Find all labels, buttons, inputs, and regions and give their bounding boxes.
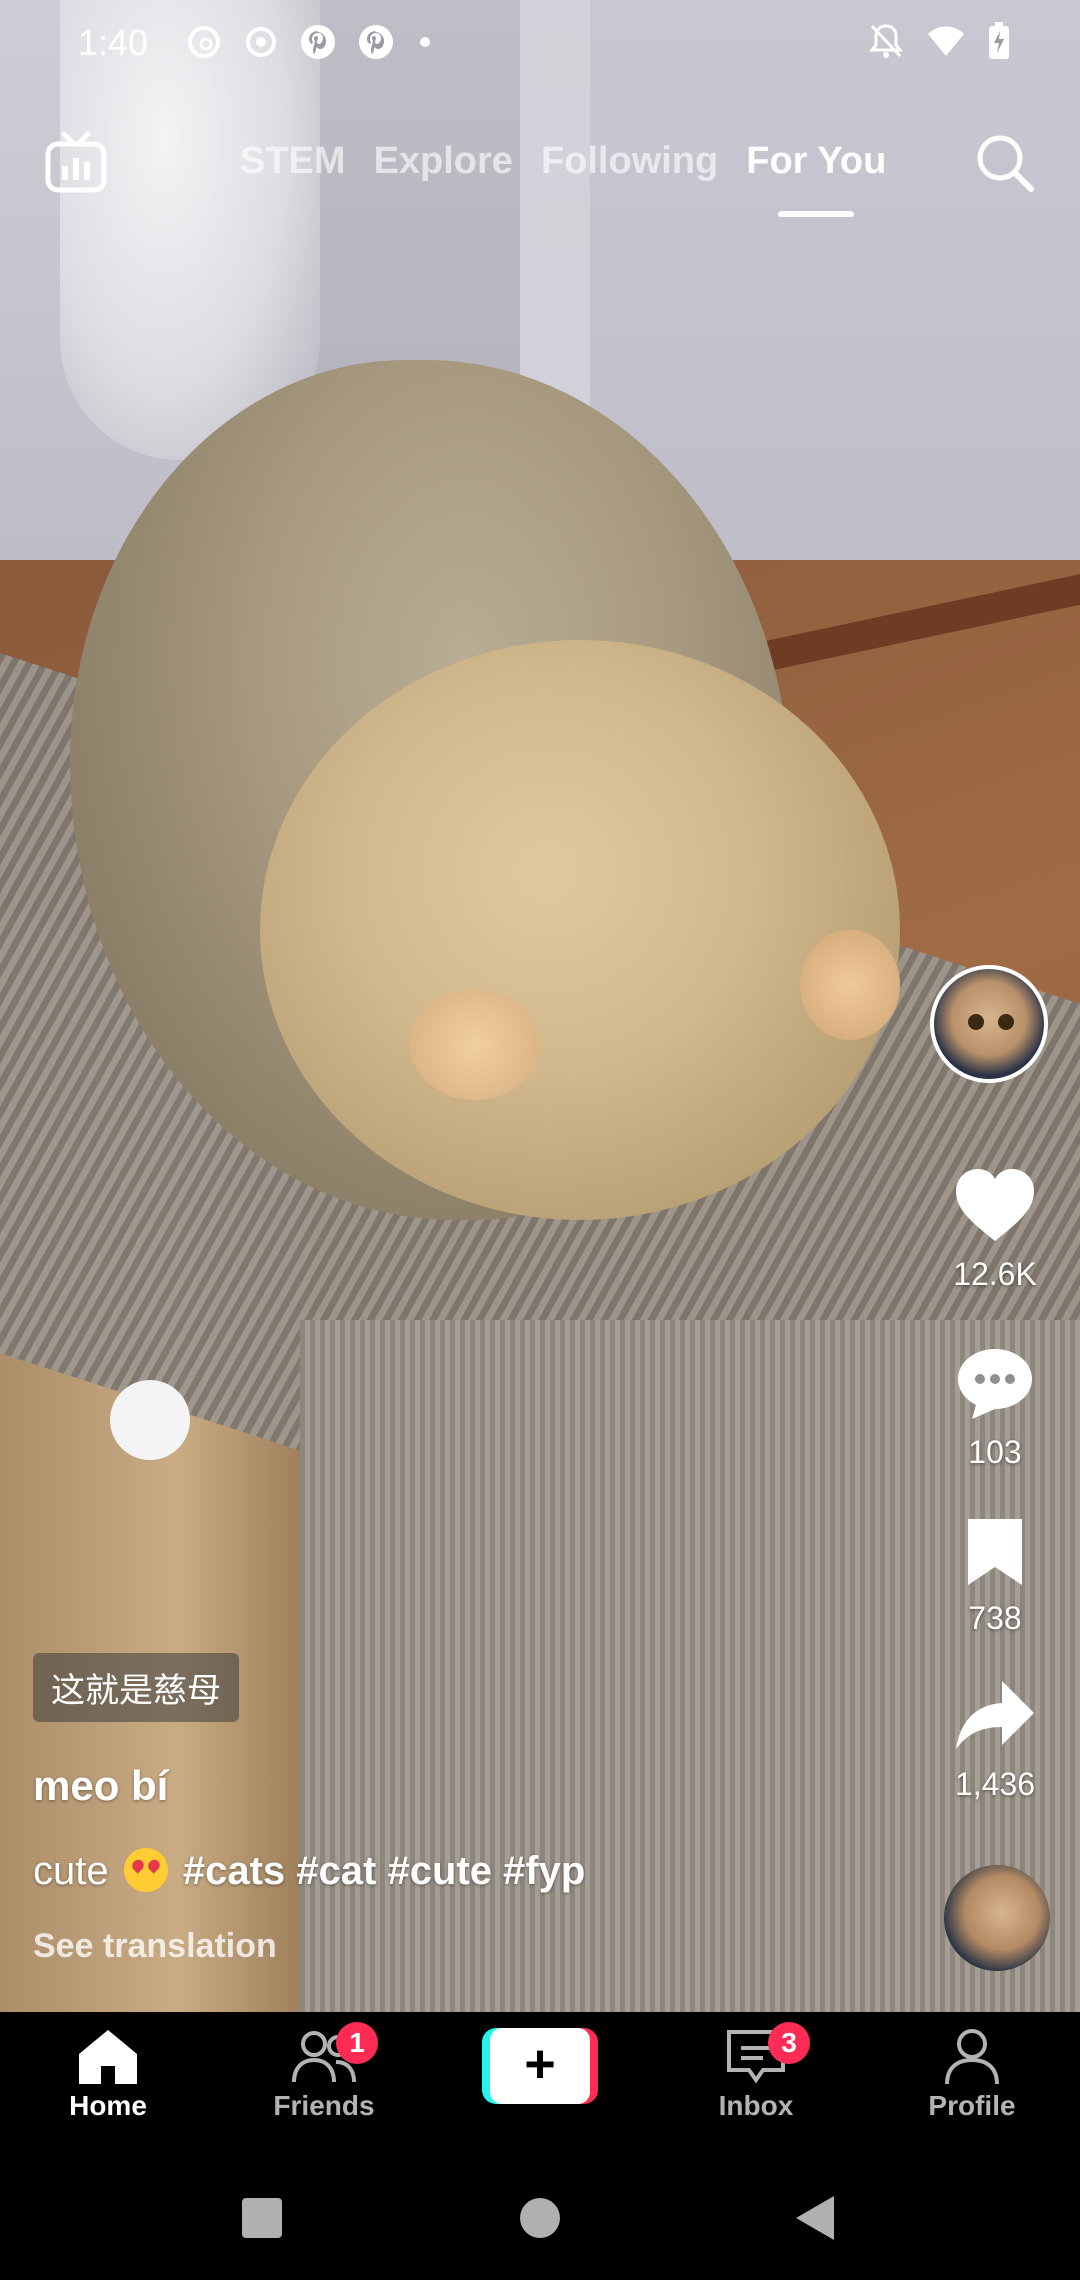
video-cat-head: [260, 640, 900, 1220]
share-button[interactable]: 1,436: [930, 1675, 1060, 1803]
tab-stem[interactable]: STEM: [240, 140, 346, 183]
dot-icon: [420, 37, 430, 47]
battery-charging-icon: [989, 22, 1009, 59]
heart-icon: [956, 1169, 1034, 1241]
system-nav-bar: [0, 2162, 1080, 2280]
bookmark-count: 738: [968, 1600, 1022, 1636]
comment-count: 103: [968, 1434, 1022, 1470]
nav-profile-label: Profile: [928, 2090, 1016, 2121]
live-tv-icon[interactable]: [44, 130, 108, 194]
bookmark-button[interactable]: 738: [930, 1515, 1060, 1637]
comment-icon: [958, 1349, 1032, 1419]
pinterest-icon: [301, 25, 335, 59]
tab-explore[interactable]: Explore: [374, 140, 513, 183]
nav-friends[interactable]: Friends 1: [234, 2022, 414, 2122]
sound-disc-avatar[interactable]: [944, 1865, 1050, 1971]
inbox-badge: 3: [768, 2022, 810, 2064]
status-time: 1:40: [78, 22, 149, 63]
feed-tabs: STEM Explore Following For You: [240, 140, 886, 217]
see-translation-link[interactable]: See translation: [33, 1927, 277, 1966]
creator-username[interactable]: meo bí: [33, 1762, 168, 1810]
home-icon: [79, 2030, 137, 2084]
nav-inbox-label: Inbox: [718, 2090, 794, 2121]
back-icon[interactable]: [796, 2196, 834, 2240]
top-nav: STEM Explore Following For You: [0, 120, 1080, 230]
heart-eyes-emoji-icon: [123, 1848, 168, 1892]
nav-home-label: Home: [69, 2090, 147, 2121]
friends-badge: 1: [336, 2022, 378, 2064]
avatar-eye-right: [998, 1014, 1014, 1030]
status-left-icons: [186, 24, 430, 60]
bottom-nav: Home Friends 1 + Inbox 3 Profile: [0, 2012, 1080, 2162]
bookmark-icon: [968, 1519, 1022, 1585]
desc-text: cute: [33, 1849, 109, 1893]
create-button[interactable]: +: [482, 2028, 598, 2104]
threads-icon: [188, 26, 220, 58]
comment-button[interactable]: 103: [930, 1343, 1060, 1471]
creator-avatar[interactable]: [930, 965, 1048, 1083]
tab-for-you[interactable]: For You: [746, 140, 886, 217]
tab-following[interactable]: Following: [541, 140, 718, 183]
hashtags[interactable]: #cats #cat #cute #fyp: [183, 1849, 585, 1893]
recents-icon[interactable]: [242, 2198, 282, 2238]
nav-friends-label: Friends: [273, 2090, 375, 2121]
video-pompom: [110, 1380, 190, 1460]
plus-icon: +: [490, 2028, 590, 2104]
avatar-eye-left: [968, 1014, 984, 1030]
nav-home[interactable]: Home: [18, 2026, 198, 2122]
video-cat-ear-left: [410, 990, 540, 1100]
bell-off-icon: [868, 24, 904, 58]
nav-profile[interactable]: Profile: [882, 2026, 1062, 2122]
screen: 1:40 STEM Explore Following For You 12.6…: [0, 0, 1080, 2280]
status-bar: 1:40: [0, 0, 1080, 84]
home-system-icon[interactable]: [520, 2198, 560, 2238]
share-count: 1,436: [954, 1766, 1036, 1802]
search-icon[interactable]: [974, 132, 1036, 194]
record-icon: [246, 27, 276, 57]
like-count: 12.6K: [953, 1256, 1037, 1292]
share-icon: [956, 1681, 1034, 1749]
post-description: cute #cats #cat #cute #fyp: [33, 1848, 585, 1894]
status-right-icons: [868, 22, 1010, 60]
video-subtitle: 这就是慈母: [33, 1653, 239, 1722]
wifi-icon: [928, 26, 964, 56]
profile-icon: [945, 2029, 999, 2085]
video-cat-ear-right: [800, 930, 900, 1040]
like-button[interactable]: 12.6K: [930, 1165, 1060, 1293]
nav-inbox[interactable]: Inbox 3: [666, 2022, 846, 2122]
pinterest-icon: [359, 25, 393, 59]
